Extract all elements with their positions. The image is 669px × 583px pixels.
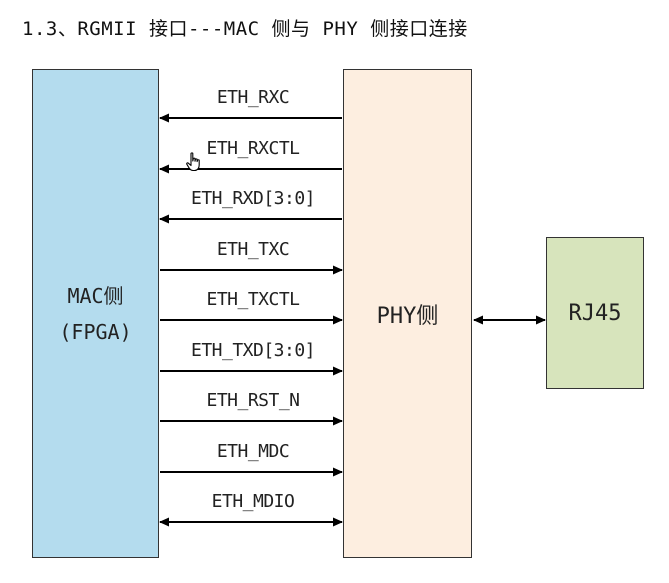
signal-label: ETH_TXD[3:0] — [190, 340, 316, 361]
signal-label: ETH_RXC — [216, 87, 290, 108]
signal-label: ETH_MDC — [216, 441, 290, 462]
hand-pointer-icon — [185, 152, 203, 176]
signal-label: ETH_MDIO — [211, 491, 295, 512]
signal-label: ETH_RXCTL — [206, 138, 300, 159]
signal-label: ETH_RXD[3:0] — [190, 188, 316, 209]
signal-label: ETH_RST_N — [206, 390, 300, 411]
signal-wires — [159, 113, 546, 527]
signal-label: ETH_TXC — [216, 239, 290, 260]
signal-label: ETH_TXCTL — [206, 289, 300, 310]
